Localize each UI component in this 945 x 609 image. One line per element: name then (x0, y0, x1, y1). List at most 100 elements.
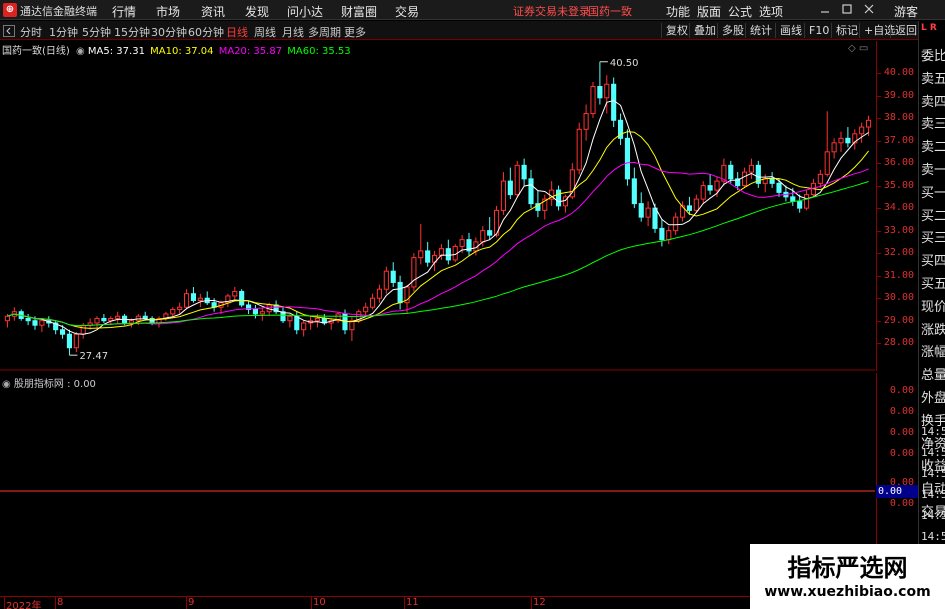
quote-label: 卖一 (921, 163, 945, 178)
candle-body (25, 317, 31, 322)
candle-body (824, 151, 830, 175)
tick-time: 14:56 (921, 446, 945, 459)
candle-body (445, 248, 451, 261)
period-weekly[interactable]: 周线 (254, 24, 276, 40)
price-axis-label: 38.00 (883, 112, 914, 124)
chevron-left-icon[interactable] (3, 25, 15, 37)
menu-gongshi[interactable]: 公式 (728, 3, 752, 20)
candle-body (80, 324, 86, 335)
multi-stock-button[interactable]: 多股 (717, 23, 748, 38)
candle-body (659, 227, 665, 241)
candle-body (500, 180, 507, 211)
period-15min[interactable]: 15分钟 (114, 24, 150, 40)
watermark: 指标严选网 www.xuezhibiao.com (750, 544, 945, 609)
quote-label: 涨跌 (921, 322, 945, 338)
quote-label: 卖五 (921, 71, 945, 87)
date-axis-label: 10 (313, 597, 326, 608)
tick-time: 14:56 (921, 425, 945, 438)
indicator-axis-label: 0.00 (889, 427, 914, 438)
candle-body (707, 185, 713, 191)
chart-option-icons[interactable]: ◇ ▭ (848, 43, 868, 54)
menu-jiaoyi[interactable]: 交易 (395, 3, 419, 20)
candlestick-chart[interactable]: 40.50 27.47 (0, 41, 875, 371)
overlay-button[interactable]: 叠加 (689, 23, 720, 38)
candle-body (521, 164, 527, 180)
period-1min[interactable]: 1分钟 (49, 24, 78, 40)
maximize-icon[interactable] (840, 2, 854, 16)
candle-body (700, 185, 706, 200)
menu-shichang[interactable]: 市场 (156, 3, 180, 20)
candle-body (39, 320, 45, 326)
quote-badge[interactable]: L R (921, 23, 937, 33)
back-button[interactable]: 返回 (890, 23, 921, 38)
candle-body (555, 189, 562, 207)
app-logo-icon: ⊕ (3, 3, 17, 17)
period-60min[interactable]: 60分钟 (188, 24, 224, 40)
period-monthly[interactable]: 月线 (282, 24, 304, 40)
candle-body (66, 333, 73, 349)
ma60-line (7, 181, 869, 327)
candle-body (624, 137, 631, 180)
watermark-title: 指标严选网 (787, 554, 908, 582)
indicator-label: 股朋指标网 : 0.00 (13, 379, 96, 390)
candle-body (183, 293, 190, 308)
legend-ma20: MA20: 35.87 (218, 46, 283, 57)
menu-wenxiaoda[interactable]: 问小达 (287, 3, 323, 20)
date-axis-tick (311, 597, 312, 609)
candle-body (728, 164, 734, 180)
menu-zixun[interactable]: 资讯 (201, 3, 225, 20)
legend-stock-name: 国药一致(日线) (2, 46, 70, 57)
candle-body (142, 315, 148, 319)
period-daily[interactable]: 日线 (226, 24, 248, 40)
date-axis-tick (186, 597, 187, 609)
price-axis-label: 31.00 (883, 269, 914, 281)
legend-toggle-icon[interactable]: ◉ (76, 46, 85, 57)
minimize-icon[interactable] (818, 2, 832, 16)
high-annotation: 40.50 (610, 58, 639, 69)
quote-label: 买五 (921, 277, 945, 292)
candle-body (611, 83, 617, 121)
menu-caifuquan[interactable]: 财富圈 (341, 3, 377, 20)
candle-body (845, 137, 851, 144)
candle-body (376, 288, 383, 299)
period-toolbar: 分时 1分钟 5分钟 15分钟 30分钟 60分钟 日线 周线 月线 多周期 更… (0, 21, 918, 40)
menu-faxian[interactable]: 发现 (245, 3, 269, 20)
candle-body (576, 128, 582, 171)
quote-label: 委比 (921, 49, 945, 64)
period-5min[interactable]: 5分钟 (82, 24, 111, 40)
candle-body (197, 297, 203, 301)
price-axis-label: 28.00 (883, 337, 914, 349)
stats-button[interactable]: 统计 (745, 23, 776, 38)
price-axis-label: 40.00 (883, 67, 914, 78)
period-multi[interactable]: 多周期 (308, 24, 341, 40)
indicator-toggle-icon[interactable]: ◉ (2, 379, 11, 390)
period-more[interactable]: 更多 (344, 24, 366, 40)
close-icon[interactable] (862, 2, 876, 16)
candle-body (259, 311, 265, 315)
period-30min[interactable]: 30分钟 (151, 24, 187, 40)
price-axis-label: 33.00 (883, 224, 914, 236)
mark-button[interactable]: 标记 (831, 23, 862, 38)
login-notice[interactable]: 证券交易未登录 (513, 3, 590, 19)
price-axis-tick (877, 73, 881, 74)
candle-body (59, 329, 66, 335)
menu-banmian[interactable]: 版面 (697, 3, 721, 20)
period-fenshi[interactable]: 分时 (20, 24, 42, 40)
menu-hangqing[interactable]: 行情 (112, 3, 136, 20)
guest-label[interactable]: 游客 (894, 3, 918, 20)
draw-line-button[interactable]: 画线 (775, 23, 806, 38)
date-axis-tick (4, 597, 5, 609)
fuquan-button[interactable]: 复权 (661, 23, 692, 38)
price-axis-label: 35.00 (883, 179, 914, 191)
legend-ma10: MA10: 37.04 (150, 46, 214, 57)
date-axis-tick (404, 597, 405, 609)
price-axis-tick (877, 320, 881, 322)
menu-xuanxiang[interactable]: 选项 (759, 3, 783, 20)
menu-gongneng[interactable]: 功能 (666, 3, 690, 20)
ma20-line (7, 161, 869, 327)
f10-button[interactable]: F10 (804, 23, 833, 38)
candle-body (797, 200, 803, 209)
candle-body (831, 142, 837, 153)
indicator-panel[interactable] (0, 373, 875, 595)
candle-body (859, 126, 865, 135)
